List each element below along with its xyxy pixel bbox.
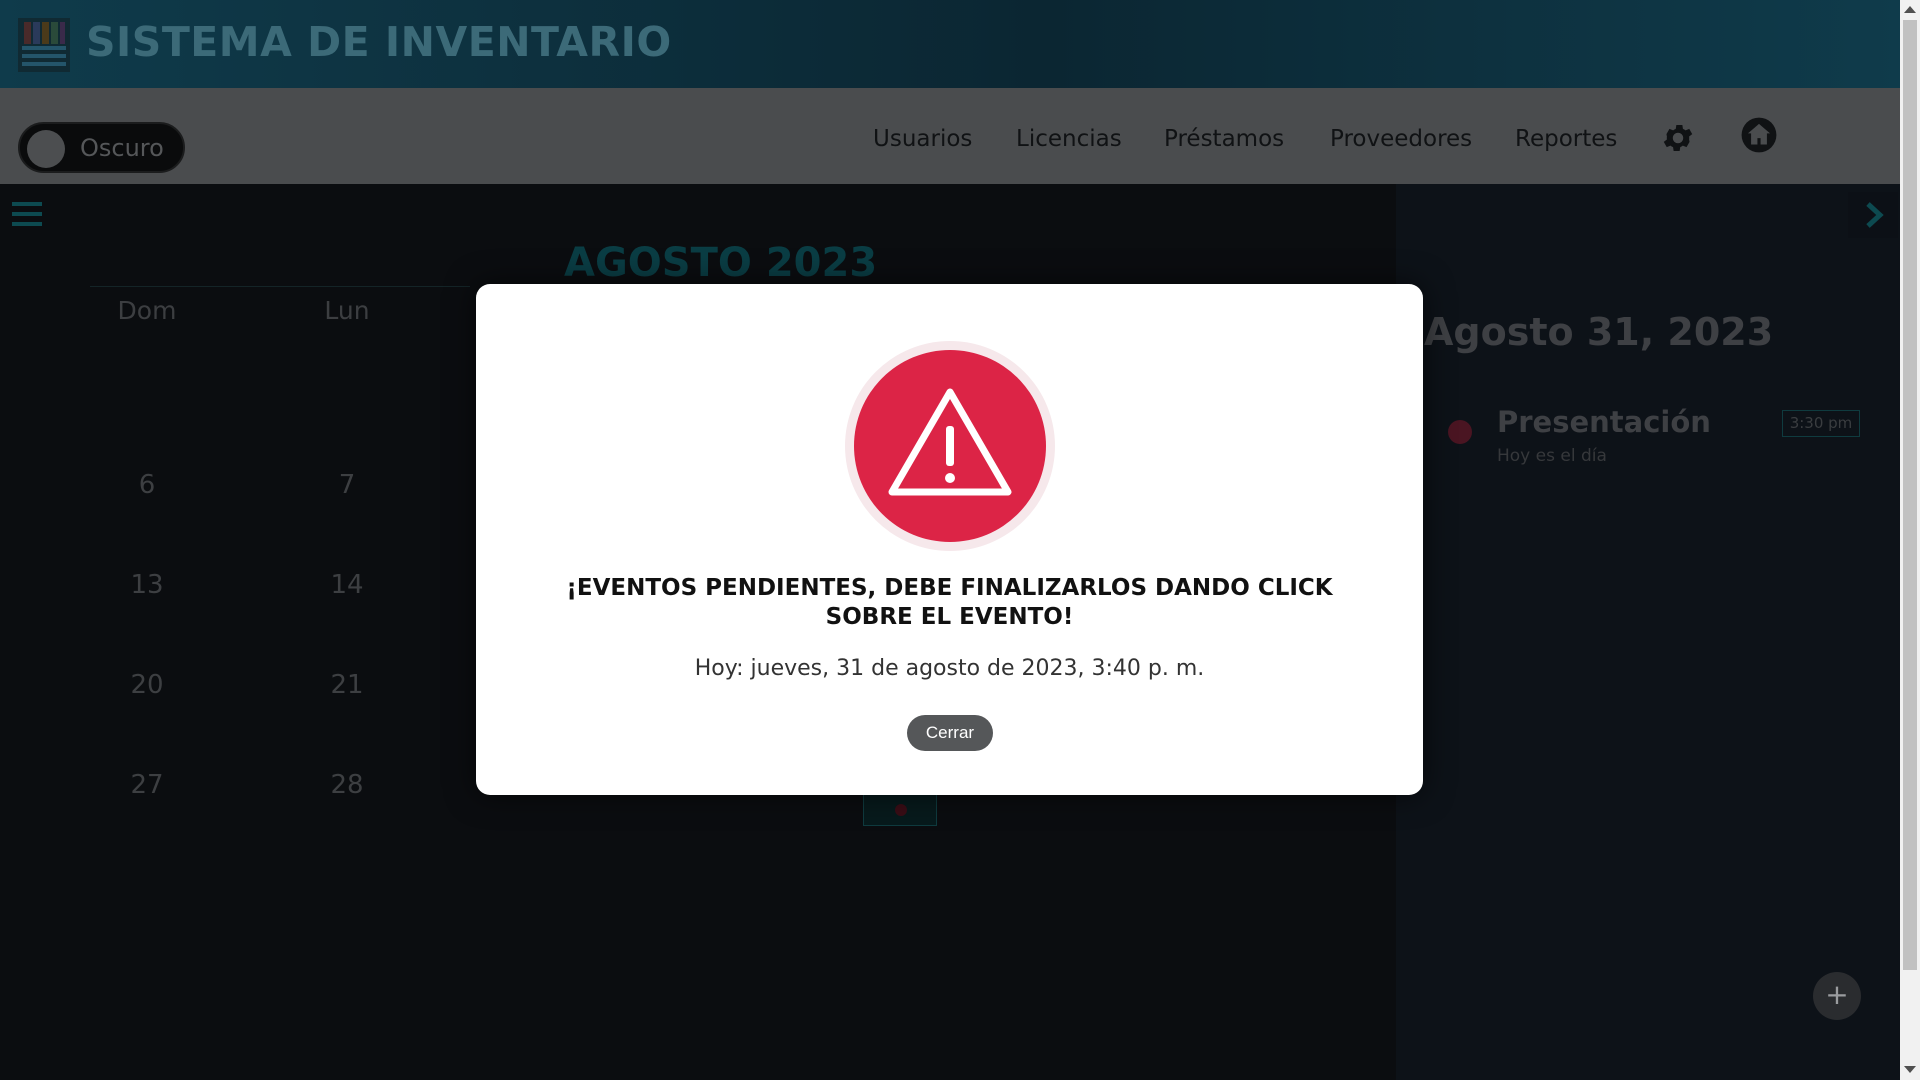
nav-link-usuarios[interactable]: Usuarios [873,126,972,152]
event-time-badge: 3:30 pm [1782,410,1860,437]
gear-icon[interactable] [1660,120,1696,160]
scrollbar[interactable] [1900,0,1920,1080]
day-cell[interactable]: 21 [287,670,407,700]
navbar: Oscuro Usuarios Licencias Préstamos Prov… [0,88,1900,184]
alert-modal: ¡EVENTOS PENDIENTES, DEBE FINALIZARLOS D… [476,284,1423,795]
day-cell[interactable]: 14 [287,570,407,600]
menu-icon[interactable] [10,198,46,230]
nav-link-licencias[interactable]: Licencias [1016,126,1122,152]
nav-link-prestamos[interactable]: Préstamos [1164,126,1284,152]
day-event-marker[interactable] [863,792,937,826]
day-cell[interactable]: 13 [87,570,207,600]
nav-link-reportes[interactable]: Reportes [1515,126,1617,152]
warning-icon [854,350,1046,542]
day-cell[interactable]: 27 [87,770,207,800]
toggle-knob [27,130,65,168]
dayname-dom: Dom [117,296,177,325]
home-icon[interactable] [1740,116,1778,158]
modal-title: ¡EVENTOS PENDIENTES, DEBE FINALIZARLOS D… [566,575,1333,630]
selected-date: Agosto 31, 2023 [1424,310,1774,354]
scroll-down-arrow-icon[interactable] [1904,1066,1916,1073]
app-header: SISTEMA DE INVENTARIO [0,0,1900,88]
event-title[interactable]: Presentación [1497,405,1711,439]
theme-toggle[interactable]: Oscuro [18,122,185,173]
weekday-divider [90,286,470,287]
add-event-button[interactable]: + [1813,972,1861,1020]
day-cell[interactable]: 20 [87,670,207,700]
scroll-up-arrow-icon[interactable] [1904,6,1916,13]
modal-datetime-text: Hoy: jueves, 31 de agosto de 2023, 3:40 … [694,656,1205,681]
dayname-lun: Lun [324,296,370,325]
scroll-thumb[interactable] [1903,20,1917,970]
event-description: Hoy es el día [1497,446,1607,466]
theme-toggle-label: Oscuro [80,134,164,162]
day-cell[interactable]: 6 [87,470,207,500]
books-logo-icon [18,18,70,72]
day-cell[interactable]: 7 [287,470,407,500]
event-status-dot [1448,420,1472,444]
event-dot [895,804,907,816]
close-button[interactable]: Cerrar [907,715,993,751]
chevron-right-icon[interactable] [1848,192,1898,238]
day-cell[interactable]: 28 [287,770,407,800]
nav-link-proveedores[interactable]: Proveedores [1330,126,1472,152]
app-title: SISTEMA DE INVENTARIO [86,18,672,66]
month-title: AGOSTO 2023 [564,240,878,286]
